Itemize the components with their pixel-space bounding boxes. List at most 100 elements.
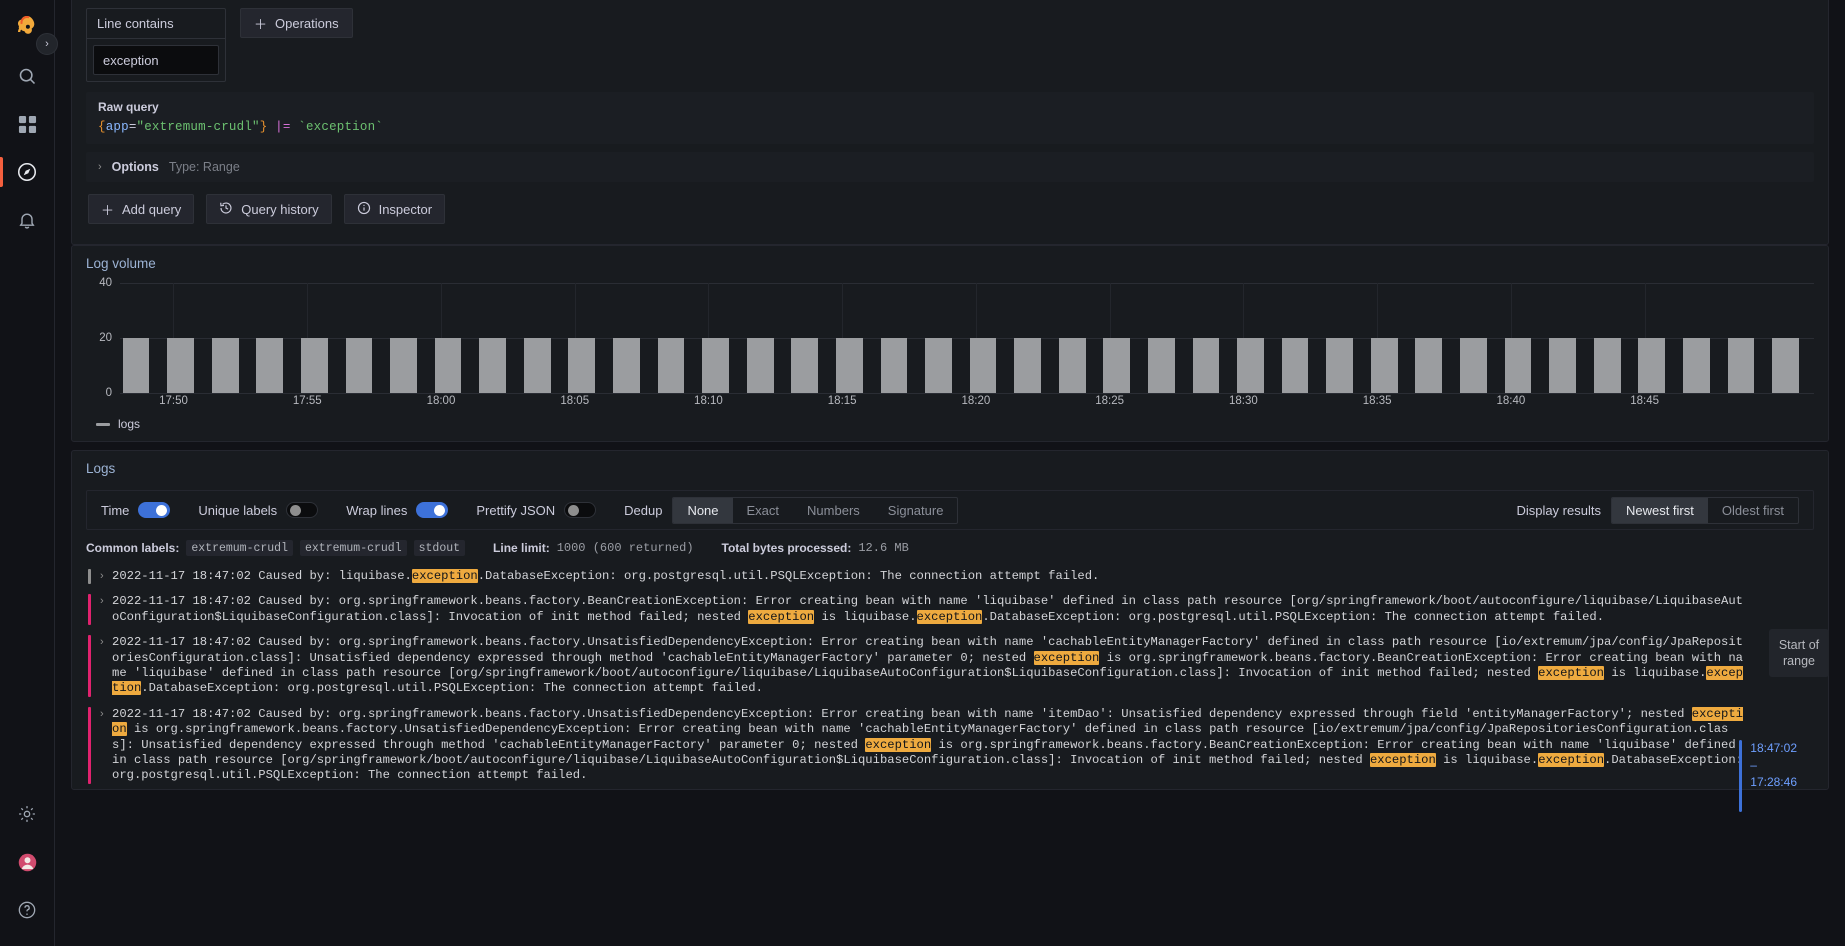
dedup-option-numbers[interactable]: Numbers <box>793 498 874 523</box>
toggle-wrap-lines-switch[interactable] <box>416 502 449 518</box>
query-history-button[interactable]: Query history <box>206 194 332 224</box>
bar[interactable] <box>1504 338 1532 393</box>
bar[interactable] <box>211 338 239 393</box>
toggle-wrap-lines[interactable]: Wrap lines <box>346 502 449 518</box>
query-options-row[interactable]: › Options Type: Range <box>86 152 1814 182</box>
x-axis-tick: 18:00 <box>426 395 456 407</box>
sidebar-item-dashboards[interactable] <box>0 100 55 148</box>
bar[interactable] <box>1192 338 1220 393</box>
bar[interactable] <box>746 338 774 393</box>
inspector-button[interactable]: Inspector <box>343 194 446 224</box>
toggle-time-label: Time <box>101 502 130 518</box>
chevron-right-icon: › <box>98 161 102 173</box>
bar[interactable] <box>1370 338 1398 393</box>
log-row[interactable]: › 2022-11-17 18:47:02 Caused by: org.spri… <box>72 589 1828 630</box>
expand-row-caret-icon[interactable]: › <box>100 594 112 625</box>
display-results-oldest-first[interactable]: Oldest first <box>1708 498 1798 523</box>
bar[interactable] <box>568 338 596 393</box>
dedup-option-none[interactable]: None <box>673 497 733 523</box>
display-results-newest-first[interactable]: Newest first <box>1611 497 1708 523</box>
bar[interactable] <box>791 338 819 393</box>
log-timestamp: 2022-11-17 18:47:02 <box>112 706 251 721</box>
bar[interactable] <box>1549 338 1576 393</box>
log-row[interactable]: › 2022-11-17 18:47:02 Caused by: org.spri… <box>72 630 1828 702</box>
raw-close-brace: } <box>259 120 268 134</box>
bar[interactable] <box>702 338 729 393</box>
bar[interactable] <box>1147 338 1175 393</box>
bar[interactable] <box>122 338 150 393</box>
toggle-time-switch[interactable] <box>138 502 171 518</box>
toggle-unique-labels-switch[interactable] <box>286 502 319 518</box>
toggle-prettify-json[interactable]: Prettify JSON <box>476 502 597 518</box>
log-row[interactable]: › 2022-11-17 18:47:02 Caused by: org.spri… <box>72 702 1828 789</box>
bar[interactable] <box>479 338 507 393</box>
expand-row-caret-icon[interactable]: › <box>100 635 112 697</box>
bar[interactable] <box>300 338 328 393</box>
sidebar-item-profile[interactable] <box>0 838 55 886</box>
sidebar-item-search[interactable] <box>0 52 55 100</box>
sidebar-item-explore[interactable] <box>0 148 55 196</box>
toggle-prettify-json-switch[interactable] <box>564 502 597 518</box>
toggle-unique-labels[interactable]: Unique labels <box>198 502 319 518</box>
sidebar-item-help[interactable] <box>0 886 55 934</box>
log-text-segment: .DatabaseException: org.postgresql.util.… <box>477 569 1100 583</box>
toggle-time[interactable]: Time <box>101 502 171 518</box>
y-axis-tick: 20 <box>99 332 112 344</box>
left-nav-sidebar: › <box>0 0 58 946</box>
expand-row-caret-icon[interactable]: › <box>100 569 112 584</box>
add-query-button[interactable]: ＋ Add query <box>88 194 195 224</box>
bar[interactable] <box>167 338 194 393</box>
bar[interactable] <box>1415 338 1443 393</box>
bar[interactable] <box>969 338 997 393</box>
bar[interactable] <box>1638 338 1666 393</box>
gridline <box>120 283 1814 284</box>
log-timestamp: 2022-11-17 18:47:02 <box>112 635 251 650</box>
bar[interactable] <box>1593 338 1621 393</box>
bar[interactable] <box>523 338 551 393</box>
expand-sidebar-button[interactable]: › <box>36 33 58 55</box>
expand-row-caret-icon[interactable]: › <box>100 707 112 784</box>
log-text-segment: Caused by: org.springframework.beans.fac… <box>250 706 1692 721</box>
line-contains-input[interactable] <box>93 45 219 75</box>
bar[interactable] <box>880 338 908 393</box>
inspector-label: Inspector <box>378 201 433 217</box>
bar[interactable] <box>1460 338 1487 393</box>
common-label-chip[interactable]: extremum-crudl <box>186 540 293 556</box>
bar[interactable] <box>925 338 952 393</box>
compass-icon <box>16 161 38 183</box>
bar[interactable] <box>657 338 685 393</box>
log-row[interactable]: › 2022-11-17 18:47:02 Caused by: liquibas… <box>72 564 1828 589</box>
bar[interactable] <box>835 338 863 393</box>
range-dash: – <box>1750 758 1757 772</box>
common-label-chip[interactable]: extremum-crudl <box>299 540 407 556</box>
bar[interactable] <box>256 338 284 393</box>
bar[interactable] <box>1682 338 1710 393</box>
info-circle-icon <box>357 201 371 218</box>
operations-button[interactable]: ＋ Operations <box>240 8 353 38</box>
bar[interactable] <box>1058 338 1086 393</box>
log-volume-panel: Log volume 0 20 40 17:50 17:55 18:00 18:05 18:… <box>71 245 1829 442</box>
dedup-option-signature[interactable]: Signature <box>874 498 958 523</box>
common-label-chip[interactable]: stdout <box>413 540 466 556</box>
log-text-segment: is liquibase. <box>1435 753 1539 768</box>
bar[interactable] <box>1326 338 1354 393</box>
bar[interactable] <box>1727 338 1755 393</box>
chart-legend[interactable]: logs <box>72 413 1828 441</box>
bar[interactable] <box>345 338 373 393</box>
bar[interactable] <box>1237 338 1264 393</box>
sidebar-item-alerting[interactable] <box>0 196 55 244</box>
bar[interactable] <box>1281 338 1309 393</box>
dedup-option-exact[interactable]: Exact <box>733 498 794 523</box>
bar[interactable] <box>1772 338 1799 393</box>
x-axis-tick: 18:30 <box>1228 395 1258 407</box>
range-times: 18:47:02 – 17:28:46 <box>1750 740 1797 812</box>
bar[interactable] <box>613 338 640 393</box>
plot-area <box>120 283 1814 394</box>
bar[interactable] <box>390 338 417 393</box>
plus-icon: ＋ <box>101 202 115 218</box>
bar[interactable] <box>1014 338 1041 393</box>
bar[interactable] <box>434 338 462 393</box>
bar[interactable] <box>1103 338 1131 393</box>
log-volume-chart[interactable]: 0 20 40 <box>86 277 1814 399</box>
sidebar-item-configuration[interactable] <box>0 790 55 838</box>
